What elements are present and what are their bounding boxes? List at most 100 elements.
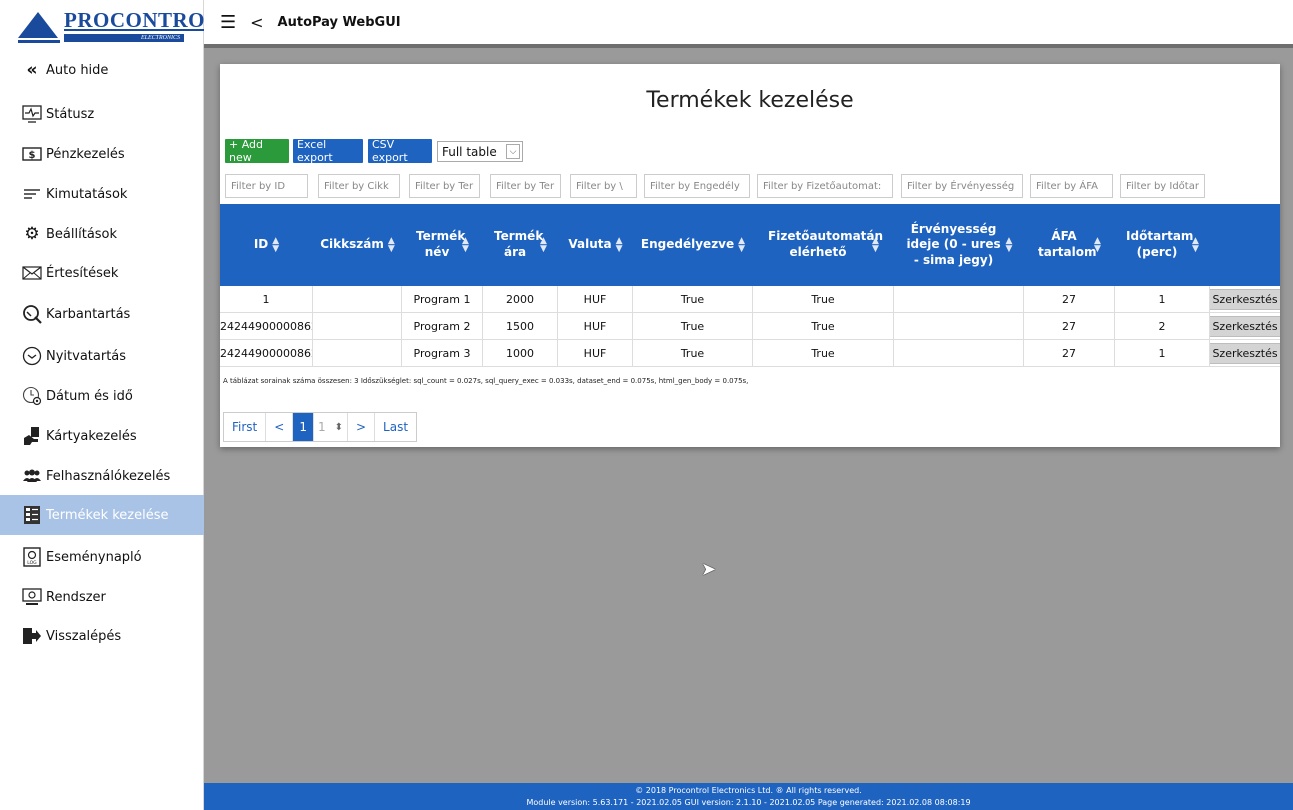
sidebar-item-label: Felhasználókezelés xyxy=(46,468,171,484)
cell-edit: Szerkesztés xyxy=(1210,313,1280,340)
sidebar-item-karbantartas[interactable]: Karbantartás xyxy=(0,294,204,334)
cell-termek-ara: 1000 xyxy=(483,340,558,367)
cell-ervenyesseg xyxy=(894,313,1024,340)
sidebar-item-felhasznalokezeles[interactable]: Felhasználókezelés xyxy=(0,456,204,496)
column-header-termek-nev[interactable]: Termék név ▲ ▼ xyxy=(402,204,483,286)
logout-icon xyxy=(22,626,42,646)
sidebar-item-label: Beállítások xyxy=(46,226,118,242)
filter-cikkszam[interactable]: Filter by Cikk xyxy=(318,174,400,198)
edit-button[interactable]: Szerkesztés xyxy=(1210,343,1280,364)
cell-termek-ara: 1500 xyxy=(483,313,558,340)
sidebar-item-esemenynaplo[interactable]: LOG Eseménynapló xyxy=(0,537,204,577)
pager-current-page[interactable]: 1 xyxy=(293,413,314,441)
pager-last-button[interactable]: Last xyxy=(375,413,416,441)
column-header-valuta[interactable]: Valuta ▲ ▼ xyxy=(558,204,633,286)
add-new-button[interactable]: + Add new xyxy=(225,138,289,164)
filter-termek-nev[interactable]: Filter by Ter xyxy=(409,174,480,198)
cell-id: 1 xyxy=(220,286,313,313)
pager-input-value: 1 xyxy=(317,420,326,434)
column-header-engedelyezve[interactable]: Engedélyezve ▲ ▼ xyxy=(633,204,753,286)
sidebar-item-beallitasok[interactable]: ⚙ Beállítások xyxy=(0,214,204,254)
column-label: Fizetőautomatán elérhető xyxy=(768,229,884,259)
sort-icon: ▲ ▼ xyxy=(387,235,395,254)
sidebar-item-kimutatasok[interactable]: Kimutatások xyxy=(0,174,204,214)
table-header: ID ▲ ▼ Cikkszám ▲ ▼ Termék név ▲ ▼ Termék ára ▲… xyxy=(220,204,1280,286)
envelope-icon xyxy=(22,263,42,283)
sidebar-item-label: Dátum és idő xyxy=(46,388,133,404)
sidebar-item-statusz[interactable]: Státusz xyxy=(0,94,204,134)
pagination: First < 1 1 ⬍ > Last xyxy=(223,412,418,442)
product-list-icon xyxy=(22,505,42,525)
filter-valuta[interactable]: Filter by \ xyxy=(570,174,637,198)
column-label: Termék ára xyxy=(494,229,544,259)
table-mode-value: Full table xyxy=(442,144,497,159)
footer-versions: Module version: 5.63.171 - 2021.02.05 GU… xyxy=(526,798,971,807)
clock-chevron-icon xyxy=(22,346,42,366)
column-label: ÁFA tartalom xyxy=(1038,229,1097,259)
column-header-ervenyesseg[interactable]: Érvényesség ideje (0 - ures - sima jegy)… xyxy=(894,204,1024,286)
sort-icon: ▲ ▼ xyxy=(1094,235,1101,254)
column-header-id[interactable]: ID ▲ ▼ xyxy=(220,204,313,286)
column-header-fizetoautomatan[interactable]: Fizetőautomatán elérhető ▲ ▼ xyxy=(753,204,894,286)
sidebar-item-kartyakezeles[interactable]: Kártyakezelés xyxy=(0,416,204,456)
filter-engedelyezve[interactable]: Filter by Engedély xyxy=(644,174,750,198)
column-label: Érvényesség ideje (0 - ures - sima jegy) xyxy=(906,221,1001,267)
chevron-down-icon: ⌵ xyxy=(506,144,520,159)
pager-next-button[interactable]: > xyxy=(348,413,376,441)
system-icon xyxy=(22,587,42,607)
column-label: Termék név xyxy=(416,229,466,259)
pager-prev-button[interactable]: < xyxy=(266,413,294,441)
sidebar-item-label: Státusz xyxy=(46,106,95,122)
cell-valuta: HUF xyxy=(558,313,633,340)
gear-icon: ⚙ xyxy=(24,224,40,244)
sidebar-item-label: Pénzkezelés xyxy=(46,146,125,162)
sidebar-item-auto-hide[interactable]: « Auto hide xyxy=(0,50,204,90)
filter-ervenyesseg[interactable]: Filter by Érvényesség xyxy=(901,174,1023,198)
sidebar-item-nyitvatartas[interactable]: Nyitvatartás xyxy=(0,336,204,376)
edit-button[interactable]: Szerkesztés xyxy=(1210,289,1280,310)
table-row: 1 Program 1 2000 HUF True True 27 1 Szer… xyxy=(220,286,1280,313)
table-mode-select[interactable]: Full table ⌵ xyxy=(437,141,523,162)
sidebar-item-label: Auto hide xyxy=(46,62,109,78)
column-header-termek-ara[interactable]: Termék ára ▲ ▼ xyxy=(483,204,558,286)
svg-text:LOG: LOG xyxy=(27,560,37,566)
hamburger-menu-icon[interactable]: ☰ xyxy=(220,12,236,33)
wrench-icon xyxy=(22,304,42,324)
filter-id[interactable]: Filter by ID xyxy=(225,174,308,198)
sidebar-item-label: Kimutatások xyxy=(46,186,128,202)
sidebar-item-rendszer[interactable]: Rendszer xyxy=(0,577,204,617)
mouse-cursor-icon: ➤ xyxy=(701,559,717,580)
column-header-cikkszam[interactable]: Cikkszám ▲ ▼ xyxy=(313,204,402,286)
cell-idotartam: 1 xyxy=(1115,340,1210,367)
sort-icon: ▲ ▼ xyxy=(540,235,547,254)
sidebar-item-penzkezeles[interactable]: $ Pénzkezelés xyxy=(0,134,204,174)
cell-engedelyezve: True xyxy=(633,286,753,313)
sort-icon: ▲ ▼ xyxy=(462,235,469,254)
excel-export-button[interactable]: Excel export xyxy=(293,138,363,164)
pager-page-input[interactable]: 1 ⬍ xyxy=(314,413,348,441)
sidebar-item-datum-es-ido[interactable]: Dátum és idő xyxy=(0,376,204,416)
sort-icon: ▲ ▼ xyxy=(1005,235,1013,254)
cell-id: 242449000008625 xyxy=(220,313,313,340)
table-row: 242449000008626 Program 3 1000 HUF True … xyxy=(220,340,1280,367)
filter-afa[interactable]: Filter by ÁFA xyxy=(1030,174,1113,198)
sidebar-item-visszalepes[interactable]: Visszalépés xyxy=(0,616,204,656)
logo-text: PROCONTROL xyxy=(64,8,220,32)
cell-afa: 27 xyxy=(1024,313,1115,340)
pager-first-button[interactable]: First xyxy=(224,413,267,441)
filter-fizetoautomatan[interactable]: Filter by Fizetőautomat: xyxy=(757,174,893,198)
sidebar-item-ertesitesek[interactable]: Értesítések xyxy=(0,253,204,293)
filter-idotartam[interactable]: Filter by Időtar xyxy=(1120,174,1205,198)
column-header-idotartam[interactable]: Időtartam (perc) ▲ ▼ xyxy=(1115,204,1210,286)
filter-termek-ara[interactable]: Filter by Ter xyxy=(490,174,561,198)
back-chevron-icon[interactable]: < xyxy=(250,13,263,32)
edit-button[interactable]: Szerkesztés xyxy=(1210,316,1280,337)
sidebar-item-label: Karbantartás xyxy=(46,306,131,322)
spinner-icon[interactable]: ⬍ xyxy=(335,422,343,433)
sidebar-item-termekek-kezelese[interactable]: Termékek kezelése xyxy=(0,495,204,535)
csv-export-button[interactable]: CSV export xyxy=(368,138,432,164)
cell-engedelyezve: True xyxy=(633,340,753,367)
column-header-afa[interactable]: ÁFA tartalom ▲ ▼ xyxy=(1024,204,1115,286)
sidebar-item-label: Kártyakezelés xyxy=(46,428,137,444)
procontrol-logo[interactable]: PROCONTROL ELECTRONICS xyxy=(18,8,219,44)
